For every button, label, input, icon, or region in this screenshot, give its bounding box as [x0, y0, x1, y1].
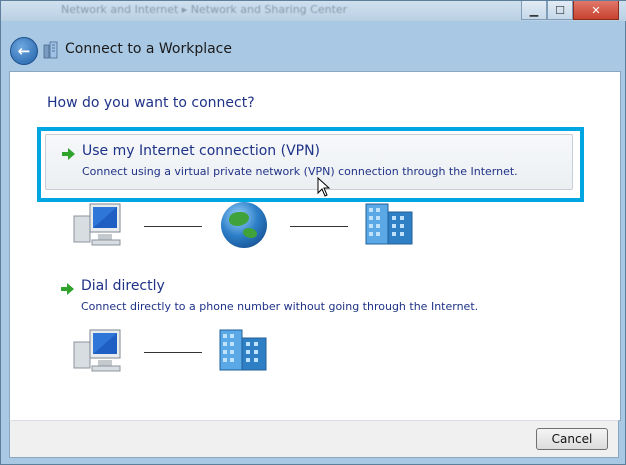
network-workplace-icon [43, 41, 58, 59]
header-bar: ← Connect to a Workplace [1, 29, 626, 69]
connection-line [144, 352, 202, 353]
minimize-button[interactable]: ▁ [521, 1, 547, 20]
option-title: Dial directly [81, 278, 165, 294]
option-description: Connect using a virtual private network … [82, 165, 518, 178]
green-arrow-icon [62, 148, 75, 160]
minimize-icon: ▁ [529, 3, 539, 17]
window-title: Connect to a Workplace [65, 41, 232, 57]
mouse-cursor-icon [317, 177, 331, 197]
dialog-window: Network and Internet ▸ Network and Shari… [0, 0, 626, 465]
option-title: Use my Internet connection (VPN) [82, 143, 321, 159]
option-description: Connect directly to a phone number witho… [81, 300, 479, 313]
background-breadcrumb: Network and Internet ▸ Network and Shari… [61, 3, 348, 16]
cancel-button[interactable]: Cancel [536, 428, 608, 450]
option-vpn[interactable]: Use my Internet connection (VPN) Connect… [45, 134, 573, 190]
computer-icon [73, 329, 121, 372]
page-question: How do you want to connect? [47, 95, 255, 111]
content-area: How do you want to connect? Use my Inter… [9, 71, 621, 421]
connection-line [144, 226, 202, 227]
workplace-building-icon [365, 203, 413, 245]
back-button[interactable]: ← [10, 37, 38, 65]
maximize-icon: ☐ [555, 3, 565, 17]
option-dial-directly[interactable]: Dial directly Connect directly to a phon… [45, 270, 573, 326]
green-arrow-icon [61, 283, 74, 295]
computer-icon [73, 203, 121, 246]
close-button[interactable]: ✕ [573, 1, 619, 20]
close-icon: ✕ [591, 3, 601, 17]
connection-line [290, 226, 348, 227]
maximize-button[interactable]: ☐ [547, 1, 573, 20]
internet-globe-icon [221, 202, 267, 248]
footer-bar [9, 420, 619, 458]
workplace-building-icon [219, 329, 267, 371]
caption-buttons: ▁ ☐ ✕ [521, 1, 619, 20]
back-arrow-icon: ← [17, 42, 31, 60]
